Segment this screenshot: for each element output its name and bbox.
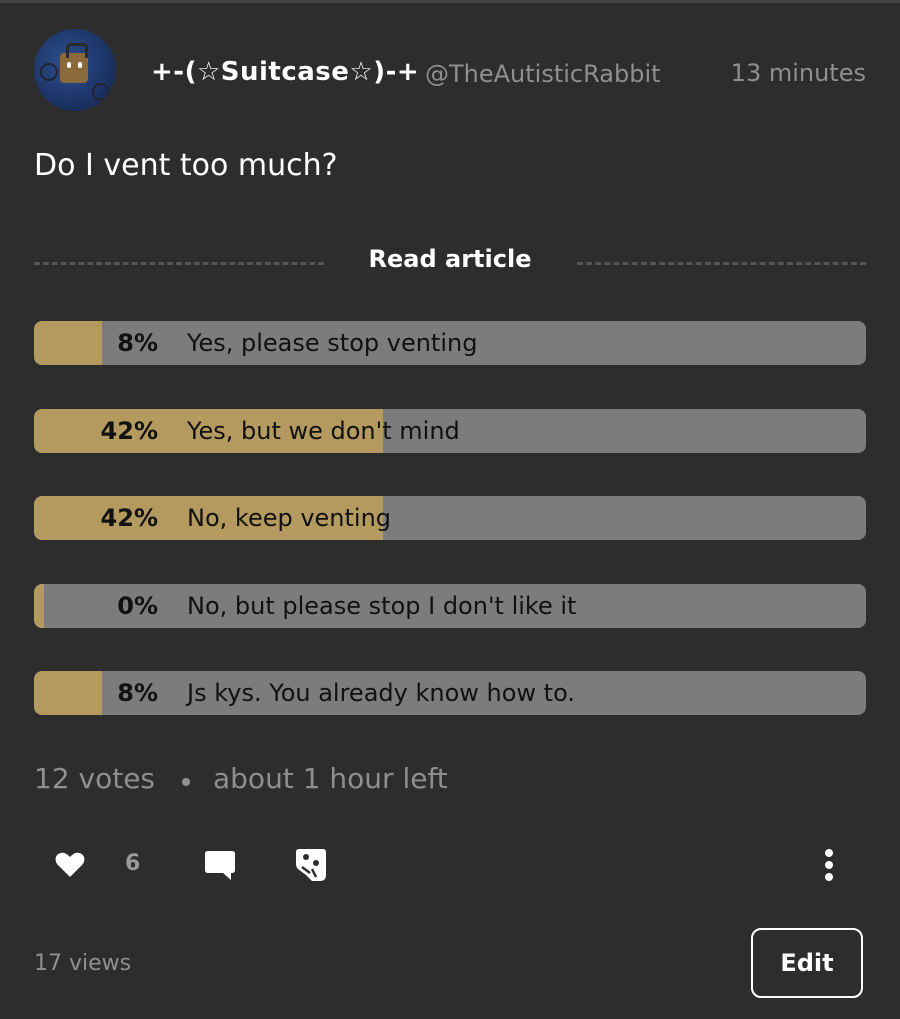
- edit-button[interactable]: Edit: [751, 928, 863, 998]
- poll-question: Do I vent too much?: [34, 148, 338, 183]
- poll-option-percent: 8%: [117, 679, 158, 707]
- avatar-suitcase-handle: [66, 43, 88, 58]
- poll-option-label: Yes, but we don't mind: [187, 416, 460, 445]
- poll-option[interactable]: 8% Yes, please stop venting: [34, 321, 866, 365]
- poll-option-percent: 42%: [100, 416, 158, 445]
- poll-time-left: about 1 hour left: [213, 762, 448, 795]
- poll-option-percent: 0%: [117, 591, 158, 620]
- poll-option-percent: 8%: [117, 329, 158, 357]
- poll-option-label: No, keep venting: [187, 504, 392, 532]
- bullet-separator: [182, 778, 190, 786]
- avatar-eye: [67, 62, 71, 68]
- comment-bubble-icon[interactable]: [203, 848, 237, 882]
- poll-option-label: Yes, please stop venting: [187, 329, 478, 357]
- vote-count: 12 votes: [34, 762, 156, 795]
- poll-option[interactable]: 42% Yes, but we don't mind: [34, 408, 866, 453]
- poll-option[interactable]: 0% No, but please stop I don't like it: [34, 583, 866, 628]
- more-vertical-icon[interactable]: [818, 846, 840, 886]
- author-handle[interactable]: @TheAutisticRabbit: [425, 60, 661, 88]
- divider-right: [577, 262, 866, 265]
- poll-options: 8% Yes, please stop venting 42% Yes, but…: [34, 321, 866, 759]
- avatar-ring-decoration: [92, 83, 110, 101]
- read-article-link[interactable]: Read article: [0, 245, 900, 273]
- like-count: 6: [125, 851, 141, 876]
- avatar-ring-decoration: [40, 63, 58, 81]
- poll-option-label: Js kys. You already know how to.: [187, 679, 575, 707]
- post-timestamp: 13 minutes: [730, 59, 866, 87]
- poll-option-percent: 42%: [100, 504, 158, 532]
- poll-option[interactable]: 42% No, keep venting: [34, 496, 866, 540]
- poll-option[interactable]: 8% Js kys. You already know how to.: [34, 671, 866, 715]
- author-name[interactable]: +-(☆Suitcase☆)-+: [151, 57, 419, 87]
- share-icon[interactable]: [294, 847, 328, 883]
- avatar-eye: [78, 62, 82, 68]
- avatar[interactable]: [34, 29, 116, 111]
- poll-option-label: No, but please stop I don't like it: [187, 591, 577, 620]
- top-divider: [0, 0, 900, 3]
- view-count: 17 views: [34, 951, 132, 976]
- heart-icon[interactable]: [54, 848, 86, 880]
